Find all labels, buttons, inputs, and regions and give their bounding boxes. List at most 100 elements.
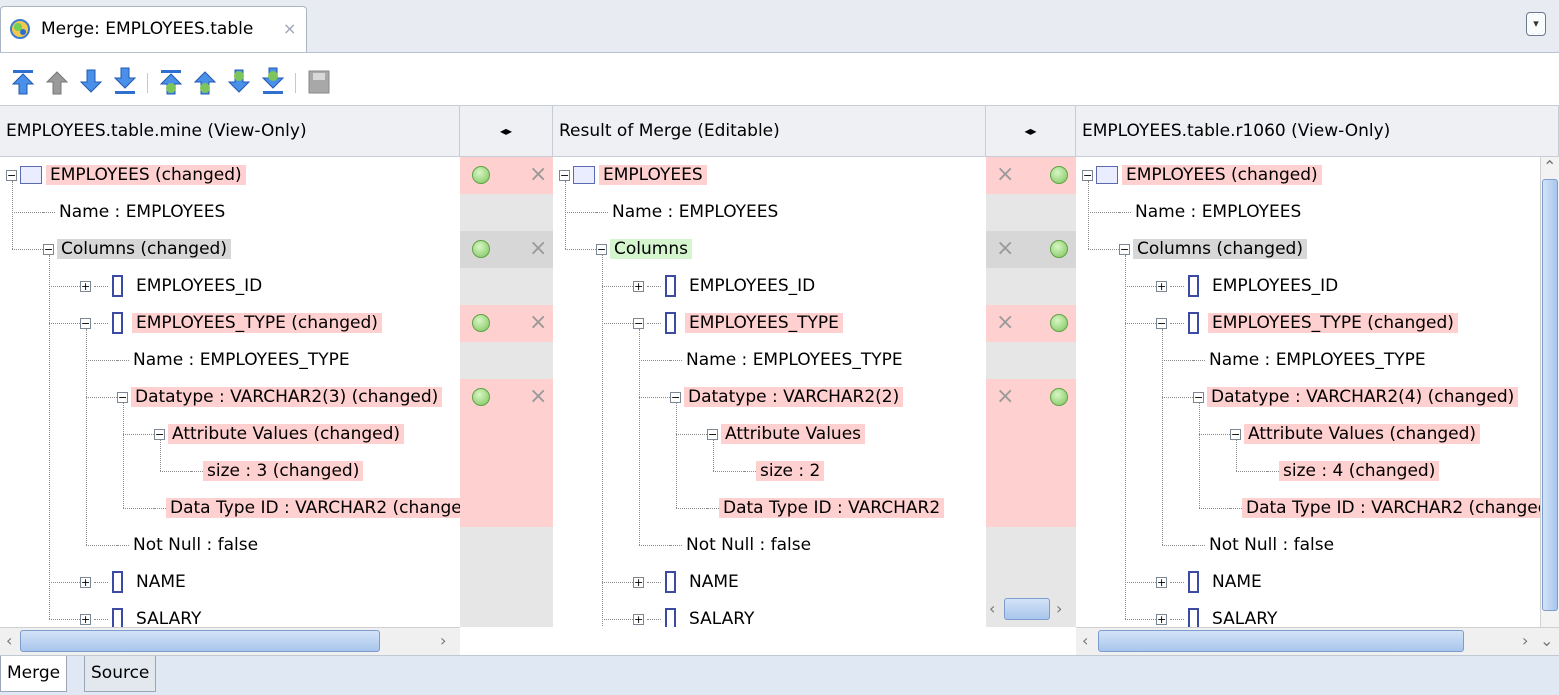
tree-node[interactable]: EMPLOYEES_ID: [685, 268, 819, 305]
scrollbar-thumb[interactable]: [20, 630, 380, 652]
accept-right-icon[interactable]: [472, 314, 490, 332]
tree-node[interactable]: EMPLOYEES_ID: [1208, 268, 1342, 305]
right-horizontal-scrollbar[interactable]: ‹ › ⌄: [1076, 627, 1559, 655]
tree-node[interactable]: Columns (changed): [1133, 231, 1307, 268]
reject-change-icon[interactable]: ×: [529, 238, 547, 260]
left-horizontal-scrollbar[interactable]: ‹ ›: [0, 627, 460, 655]
right-vertical-scrollbar[interactable]: ⌃: [1540, 157, 1559, 627]
expand-icon[interactable]: +: [1156, 577, 1167, 588]
tree-node[interactable]: NAME: [1208, 564, 1266, 601]
tree-node[interactable]: Columns (changed): [57, 231, 231, 268]
reject-change-icon[interactable]: ×: [529, 164, 547, 186]
expand-icon[interactable]: +: [633, 614, 644, 625]
collapse-icon[interactable]: −: [80, 318, 91, 329]
reject-change-icon[interactable]: ×: [529, 386, 547, 408]
collapse-icon[interactable]: −: [1230, 429, 1241, 440]
tree-node[interactable]: EMPLOYEES_TYPE: [685, 305, 843, 342]
tree-node[interactable]: EMPLOYEES_ID: [132, 268, 266, 305]
collapse-icon[interactable]: −: [6, 170, 17, 181]
accept-left-icon[interactable]: [1050, 388, 1068, 406]
next-change-icon[interactable]: [78, 67, 104, 97]
tab-source[interactable]: Source: [84, 656, 157, 692]
tree-node[interactable]: Name : EMPLOYEES_TYPE: [129, 342, 354, 379]
accept-left-icon[interactable]: [1050, 240, 1068, 258]
previous-change-icon[interactable]: [44, 67, 70, 97]
tree-node[interactable]: Not Null : false: [129, 527, 262, 564]
tree-node[interactable]: Data Type ID : VARCHAR2 (changed): [1242, 490, 1540, 527]
tree-node[interactable]: EMPLOYEES_TYPE (changed): [1208, 305, 1458, 342]
scroll-right-icon[interactable]: ›: [1522, 631, 1528, 650]
expand-icon[interactable]: +: [1156, 281, 1167, 292]
collapse-icon[interactable]: −: [1119, 244, 1130, 255]
expand-icon[interactable]: +: [80, 577, 91, 588]
scroll-left-icon[interactable]: ‹: [1082, 631, 1088, 650]
tree-node[interactable]: size : 4 (changed): [1279, 453, 1440, 490]
reject-change-icon[interactable]: ×: [529, 312, 547, 334]
reject-change-icon[interactable]: ×: [996, 386, 1014, 408]
left-tree-pane[interactable]: − EMPLOYEES (changed) Name : EMPLOYEES − Col…: [0, 157, 460, 627]
collapse-icon[interactable]: −: [670, 392, 681, 403]
scroll-left-icon[interactable]: ‹: [989, 599, 995, 618]
collapse-icon[interactable]: −: [117, 392, 128, 403]
accept-right-icon[interactable]: [472, 166, 490, 184]
tree-node[interactable]: NAME: [132, 564, 190, 601]
collapse-icon[interactable]: −: [154, 429, 165, 440]
tree-node[interactable]: Name : EMPLOYEES: [1131, 194, 1305, 231]
scroll-down-icon[interactable]: ⌄: [1540, 631, 1553, 650]
tree-node[interactable]: Columns: [610, 231, 692, 268]
scroll-up-icon[interactable]: ⌃: [1543, 157, 1556, 176]
last-conflict-icon[interactable]: [260, 67, 286, 97]
collapse-icon[interactable]: −: [1082, 170, 1093, 181]
tree-node[interactable]: SALARY: [132, 601, 205, 627]
next-conflict-icon[interactable]: [226, 67, 252, 97]
expand-icon[interactable]: +: [633, 577, 644, 588]
expand-icon[interactable]: +: [1156, 614, 1167, 625]
reject-change-icon[interactable]: ×: [996, 164, 1014, 186]
tree-node[interactable]: size : 3 (changed): [203, 453, 364, 490]
collapse-icon[interactable]: −: [1193, 392, 1204, 403]
tree-node[interactable]: EMPLOYEES: [599, 157, 707, 194]
collapse-icon[interactable]: −: [559, 170, 570, 181]
tree-node[interactable]: Attribute Values (changed): [168, 416, 405, 453]
tab-merge[interactable]: Merge: [0, 656, 68, 692]
tree-node[interactable]: Attribute Values: [721, 416, 866, 453]
tree-node[interactable]: Attribute Values (changed): [1244, 416, 1481, 453]
tab-list-dropdown-icon[interactable]: ▾: [1526, 12, 1546, 36]
reject-change-icon[interactable]: ×: [996, 238, 1014, 260]
tree-node[interactable]: Datatype : VARCHAR2(4) (changed): [1207, 379, 1519, 416]
last-change-icon[interactable]: [112, 67, 138, 97]
result-tree-pane[interactable]: − EMPLOYEES Name : EMPLOYEES − Columns + EMPLO…: [553, 157, 986, 627]
tree-node[interactable]: Data Type ID : VARCHAR2: [719, 490, 945, 527]
collapse-icon[interactable]: −: [596, 244, 607, 255]
scroll-left-icon[interactable]: ‹: [6, 631, 12, 650]
right-tree-pane[interactable]: − EMPLOYEES (changed) Name : EMPLOYEES − Col…: [1076, 157, 1540, 627]
collapse-icon[interactable]: −: [1156, 318, 1167, 329]
collapse-icon[interactable]: −: [43, 244, 54, 255]
tree-node[interactable]: EMPLOYEES (changed): [46, 157, 246, 194]
gutter-horizontal-scrollbar[interactable]: ‹ ›: [986, 596, 1076, 624]
tree-node[interactable]: Name : EMPLOYEES_TYPE: [682, 342, 907, 379]
tree-node[interactable]: size : 2: [756, 453, 825, 490]
tree-node[interactable]: Name : EMPLOYEES_TYPE: [1205, 342, 1430, 379]
tree-node[interactable]: Not Null : false: [1205, 527, 1338, 564]
save-icon[interactable]: [306, 67, 332, 97]
close-tab-icon[interactable]: ×: [283, 19, 296, 38]
scroll-right-icon[interactable]: ›: [1056, 599, 1062, 618]
previous-conflict-icon[interactable]: [192, 67, 218, 97]
accept-right-icon[interactable]: [472, 240, 490, 258]
expand-icon[interactable]: +: [633, 281, 644, 292]
collapse-icon[interactable]: −: [633, 318, 644, 329]
tree-node[interactable]: Name : EMPLOYEES: [608, 194, 782, 231]
first-conflict-icon[interactable]: [158, 67, 184, 97]
merge-editor-tab[interactable]: Merge: EMPLOYEES.table ×: [0, 6, 307, 52]
tree-node[interactable]: Not Null : false: [682, 527, 815, 564]
accept-left-icon[interactable]: [1050, 314, 1068, 332]
expand-icon[interactable]: +: [80, 281, 91, 292]
tree-node[interactable]: EMPLOYEES_TYPE (changed): [132, 305, 382, 342]
tree-node[interactable]: Datatype : VARCHAR2(3) (changed): [131, 379, 443, 416]
scrollbar-thumb[interactable]: [1098, 630, 1464, 652]
tree-node[interactable]: EMPLOYEES (changed): [1122, 157, 1322, 194]
first-change-icon[interactable]: [10, 67, 36, 97]
tree-node[interactable]: NAME: [685, 564, 743, 601]
tree-node[interactable]: Name : EMPLOYEES: [55, 194, 229, 231]
